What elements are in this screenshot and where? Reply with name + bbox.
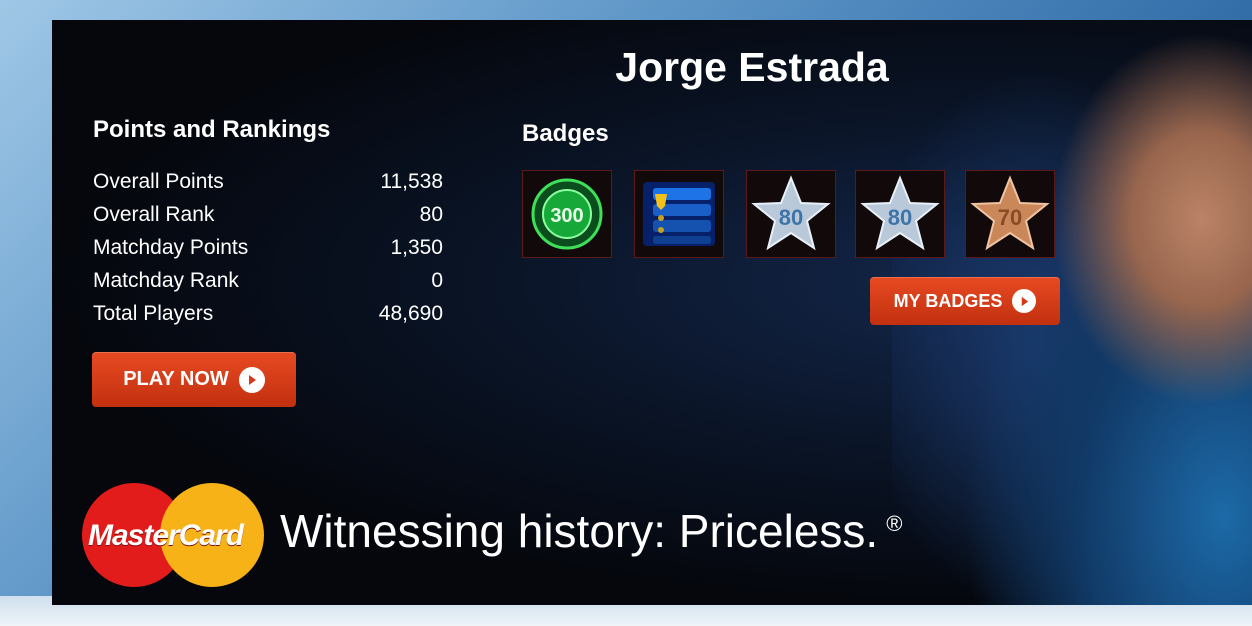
- green-300-medal-icon: 300: [531, 178, 603, 250]
- mastercard-logo: MasterCard: [82, 483, 264, 587]
- play-arrow-icon: [238, 366, 265, 393]
- badges-title: Badges: [522, 120, 609, 147]
- silver-star-icon: 80: [751, 175, 831, 251]
- stat-label: Total Players: [93, 302, 214, 325]
- play-arrow-icon: [1012, 289, 1037, 313]
- registered-mark: ®: [886, 510, 903, 536]
- stat-label: Matchday Points: [93, 236, 249, 259]
- profile-panel: Jorge Estrada Points and Rankings Overal…: [52, 20, 1252, 605]
- stat-value: 1,350: [390, 236, 443, 259]
- stat-value: 48,690: [378, 302, 443, 325]
- tagline-text: Witnessing history: Priceless.: [280, 505, 879, 557]
- shield-levels-icon: [643, 182, 715, 246]
- points-rankings-title: Points and Rankings: [93, 116, 331, 143]
- stat-row: Matchday Rank 0: [93, 269, 443, 302]
- badge-silver-80[interactable]: 80: [746, 170, 836, 258]
- stat-value: 80: [419, 203, 443, 226]
- silver-star-icon: 80: [860, 175, 940, 251]
- stat-row: Total Players 48,690: [93, 302, 443, 335]
- stat-row: Overall Points 11,538: [93, 170, 443, 203]
- stat-label: Overall Rank: [93, 203, 215, 226]
- bronze-star-icon: 70: [970, 175, 1050, 251]
- stat-label: Overall Points: [93, 170, 224, 193]
- svg-text:80: 80: [779, 205, 803, 230]
- stat-value: 11,538: [380, 170, 443, 193]
- stat-row: Matchday Points 1,350: [93, 236, 443, 269]
- stat-value: 0: [431, 269, 443, 292]
- badge-300[interactable]: 300: [522, 170, 612, 258]
- play-now-button[interactable]: PLAY NOW: [92, 352, 296, 407]
- sponsor-tagline: Witnessing history: Priceless. ®: [280, 504, 902, 558]
- mastercard-wordmark: MasterCard: [88, 519, 244, 552]
- my-badges-button[interactable]: MY BADGES: [870, 277, 1060, 325]
- stat-row: Overall Rank 80: [93, 203, 443, 236]
- my-badges-label: MY BADGES: [893, 290, 1003, 311]
- player-name: Jorge Estrada: [615, 44, 889, 90]
- svg-text:70: 70: [998, 205, 1022, 230]
- badge-silver-80-second[interactable]: 80: [855, 170, 945, 258]
- svg-text:80: 80: [888, 205, 912, 230]
- svg-text:300: 300: [550, 205, 583, 227]
- play-now-label: PLAY NOW: [123, 368, 229, 390]
- stat-label: Matchday Rank: [93, 269, 239, 292]
- stats-table: Overall Points 11,538 Overall Rank 80 Ma…: [93, 170, 443, 335]
- badge-bronze-70[interactable]: 70: [965, 170, 1055, 258]
- badge-shield-levels[interactable]: [634, 170, 724, 258]
